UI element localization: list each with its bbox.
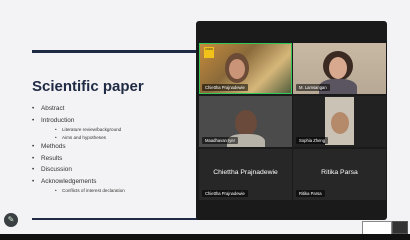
participant-display-name: Ritika Parsa: [321, 169, 358, 176]
slide-thumbnail[interactable]: [362, 221, 392, 235]
bullet-label: Acknowledgements: [41, 177, 97, 185]
participant-tile[interactable]: Ritika Parsa Ritika Parsa: [293, 149, 386, 200]
participant-name-tag: Chiettha Prajnadewie: [202, 190, 248, 197]
bullet-item: Acknowledgements Conflicts of interest d…: [32, 176, 125, 195]
video-call-window: UNSW Chiettha Prajnadewie M. Lamsangan M…: [196, 21, 387, 220]
participant-tile[interactable]: Maadhavan Iyer: [199, 96, 292, 147]
pen-tool-button[interactable]: ✎: [4, 213, 18, 227]
participant-name-tag: Ritika Parsa: [296, 190, 325, 197]
taskbar: [0, 234, 410, 240]
participant-name-tag: Chiettha Prajnadewie: [202, 84, 248, 91]
sub-bullet-item: Literature review/background: [55, 126, 125, 134]
slide-bullet-list: Abstract Introduction Literature review/…: [32, 103, 125, 195]
participant-tile[interactable]: UNSW Chiettha Prajnadewie: [199, 43, 292, 94]
participant-name-tag: M. Lamsangan: [296, 84, 330, 91]
participant-face: [329, 57, 347, 79]
participant-tile[interactable]: Chiettha Prajnadewie Chiettha Prajnadewi…: [199, 149, 292, 200]
participant-tile[interactable]: Sophia Zheng: [293, 96, 386, 147]
participant-tile[interactable]: M. Lamsangan: [293, 43, 386, 94]
bullet-item: Discussion: [32, 164, 125, 176]
bullet-item: Introduction Literature review/backgroun…: [32, 115, 125, 142]
unsw-logo: UNSW: [204, 47, 214, 58]
bullet-item: Abstract: [32, 103, 125, 115]
sub-bullet-list: Literature review/background Aims and hy…: [55, 126, 125, 141]
slide-top-rule: [32, 50, 202, 53]
participant-video: [235, 110, 257, 136]
participant-name-tag: Sophia Zheng: [296, 137, 329, 144]
participant-name-tag: Maadhavan Iyer: [202, 137, 239, 144]
bullet-item: Methods: [32, 141, 125, 153]
sub-bullet-item: Aims and hypotheses: [55, 134, 125, 142]
bullet-label: Introduction: [41, 116, 75, 124]
bullet-item: Results: [32, 153, 125, 165]
participant-display-name: Chiettha Prajnadewie: [213, 169, 278, 176]
self-view-thumbnail[interactable]: [392, 221, 408, 234]
pen-icon: ✎: [7, 215, 15, 224]
participant-face: [229, 59, 245, 79]
sub-bullet-item: Conflicts of interest declaration: [55, 187, 125, 195]
slide-title: Scientific paper: [32, 78, 144, 95]
participant-face: [331, 112, 349, 134]
sub-bullet-list: Conflicts of interest declaration: [55, 187, 125, 195]
